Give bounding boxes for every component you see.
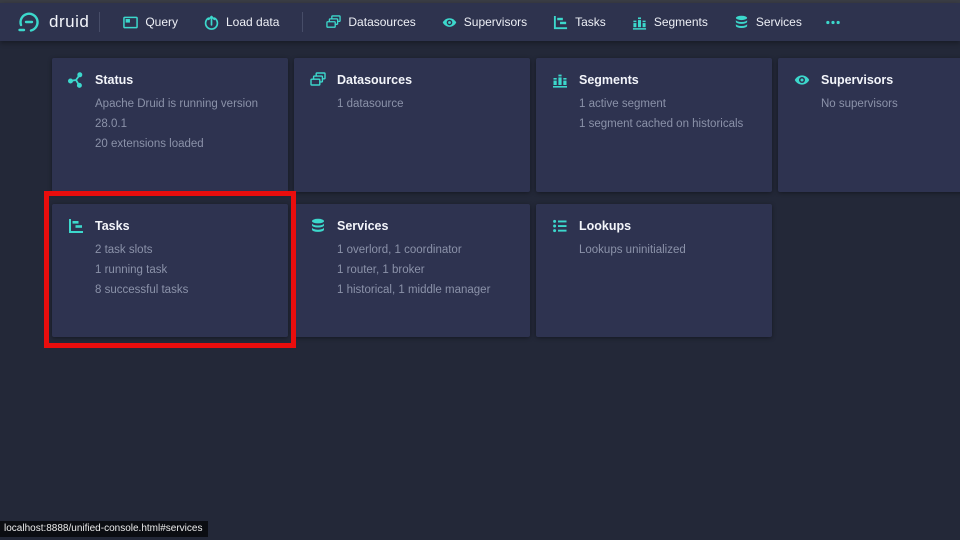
nav-separator — [99, 12, 100, 32]
card-line: 1 running task — [95, 260, 272, 280]
druid-logo-icon — [16, 10, 42, 34]
card-title: Supervisors — [816, 73, 893, 87]
segments-card[interactable]: Segments 1 active segment 1 segment cach… — [536, 58, 772, 192]
status-card[interactable]: Status Apache Druid is running version 2… — [52, 58, 288, 192]
nav-item-supervisors[interactable]: Supervisors — [429, 3, 540, 41]
card-line: 20 extensions loaded — [95, 134, 272, 154]
datasources-card[interactable]: Datasources 1 datasource — [294, 58, 530, 192]
eye-icon — [794, 72, 810, 88]
database-icon — [310, 218, 326, 234]
card-line: 1 overlord, 1 coordinator — [337, 240, 514, 260]
tasks-card[interactable]: Tasks 2 task slots 1 running task 8 succ… — [52, 204, 288, 337]
card-line: 1 segment cached on historicals — [579, 114, 756, 134]
stacked-chart-icon — [632, 15, 647, 30]
nav-item-services[interactable]: Services — [721, 3, 815, 41]
more-dots-icon — [825, 15, 841, 30]
card-title: Segments — [574, 73, 639, 87]
lookups-card[interactable]: Lookups Lookups uninitialized — [536, 204, 772, 337]
nav-separator — [302, 12, 303, 32]
eye-icon — [442, 15, 457, 30]
card-title: Lookups — [574, 219, 631, 233]
upload-icon — [204, 15, 219, 30]
nav-item-load-data[interactable]: Load data — [191, 3, 292, 41]
card-line: 2 task slots — [95, 240, 272, 260]
browser-status-tooltip: localhost:8888/unified-console.html#serv… — [0, 521, 208, 537]
card-title: Datasources — [332, 73, 412, 87]
top-navbar: druid Query Load data — [0, 3, 960, 41]
nav-item-query[interactable]: Query — [110, 3, 191, 41]
card-title: Status — [90, 73, 133, 87]
supervisors-card[interactable]: Supervisors No supervisors — [778, 58, 960, 192]
gantt-icon — [68, 218, 84, 234]
nav-label: Datasources — [348, 15, 415, 29]
card-line: 1 router, 1 broker — [337, 260, 514, 280]
nav-label: Supervisors — [464, 15, 527, 29]
card-line: 1 active segment — [579, 94, 756, 114]
nav-item-tasks[interactable]: Tasks — [540, 3, 619, 41]
card-title: Services — [332, 219, 388, 233]
database-icon — [734, 15, 749, 30]
nav-label: Tasks — [575, 15, 606, 29]
multi-select-icon — [310, 72, 326, 88]
nav-label: Load data — [226, 15, 279, 29]
properties-icon — [552, 218, 568, 234]
card-line: 8 successful tasks — [95, 280, 272, 300]
nav-label: Services — [756, 15, 802, 29]
nav-item-segments[interactable]: Segments — [619, 3, 721, 41]
card-line: 1 datasource — [337, 94, 514, 114]
card-line: No supervisors — [821, 94, 960, 114]
nav-label: Segments — [654, 15, 708, 29]
card-row-1: Status Apache Druid is running version 2… — [52, 58, 960, 192]
gantt-icon — [553, 15, 568, 30]
multi-select-icon — [326, 15, 341, 30]
card-line: 1 historical, 1 middle manager — [337, 280, 514, 300]
card-line: Lookups uninitialized — [579, 240, 756, 260]
nav-item-datasources[interactable]: Datasources — [313, 3, 428, 41]
console-icon — [123, 15, 138, 30]
druid-logo[interactable]: druid — [16, 10, 89, 34]
graph-icon — [68, 72, 84, 88]
nav-more-button[interactable] — [815, 3, 851, 41]
services-card[interactable]: Services 1 overlord, 1 coordinator 1 rou… — [294, 204, 530, 337]
stacked-chart-icon — [552, 72, 568, 88]
card-title: Tasks — [90, 219, 130, 233]
druid-logo-text: druid — [49, 12, 89, 32]
card-row-2: Tasks 2 task slots 1 running task 8 succ… — [52, 204, 772, 337]
card-line: Apache Druid is running version 28.0.1 — [95, 94, 272, 134]
nav-label: Query — [145, 15, 178, 29]
